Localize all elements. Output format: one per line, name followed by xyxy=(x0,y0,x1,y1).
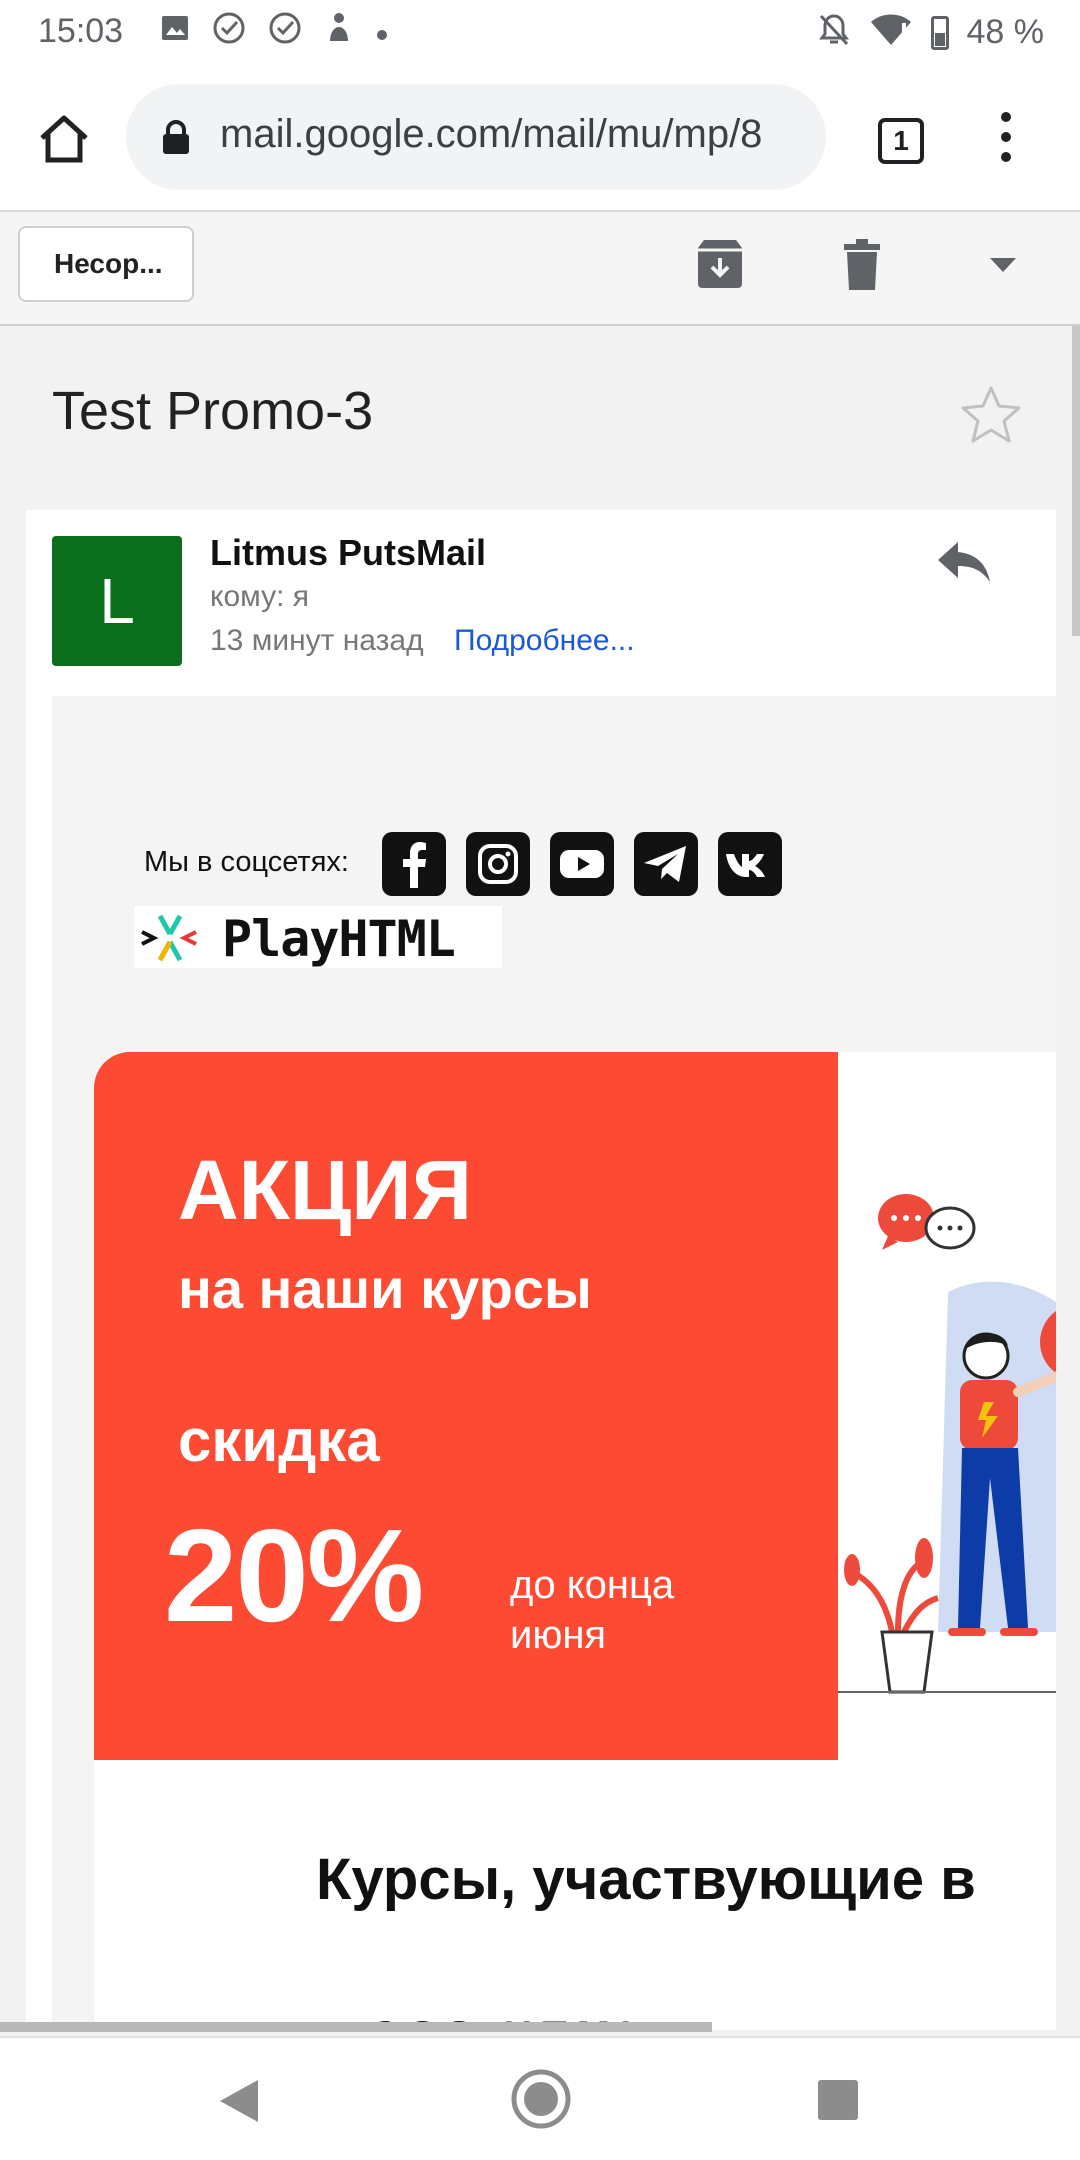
banner-discount-value: 20% xyxy=(164,1502,424,1649)
lock-icon xyxy=(162,120,190,154)
banner-subtitle: на наши курсы xyxy=(178,1257,592,1320)
wifi-icon xyxy=(869,13,913,52)
promo-illustration xyxy=(838,1052,1056,1760)
status-right: 48 % xyxy=(817,12,1045,53)
promo-banner[interactable]: АКЦИЯ на наши курсы скидка 20% до конца … xyxy=(94,1052,838,1760)
url-text[interactable]: mail.google.com/mail/mu/mp/8 xyxy=(220,112,820,157)
back-to-folder-button[interactable]: Несор... xyxy=(18,226,194,302)
playhtml-logo: PlayHTML xyxy=(134,906,502,968)
gmail-toolbar: Несор... xyxy=(0,212,1080,326)
email-subject: Test Promo-3 xyxy=(52,381,374,441)
logo-text: PlayHTML xyxy=(222,910,456,968)
chevron-down-icon[interactable] xyxy=(988,254,1018,274)
archive-icon[interactable] xyxy=(692,236,748,292)
status-bar: 15:03 48 % xyxy=(0,0,1080,64)
star-icon[interactable] xyxy=(960,384,1022,446)
social-label: Мы в соцсетях: xyxy=(144,846,349,878)
check-circle-icon xyxy=(212,11,246,54)
more-menu-icon[interactable] xyxy=(996,112,1016,172)
image-icon xyxy=(160,13,190,52)
courses-heading: Курсы, участвующие в xyxy=(316,1847,976,1912)
instagram-icon[interactable] xyxy=(466,832,530,896)
recipient-line: кому: я xyxy=(210,580,310,613)
details-link[interactable]: Подробнее... xyxy=(454,624,635,658)
social-links xyxy=(382,832,782,896)
home-nav-icon[interactable] xyxy=(510,2068,572,2130)
notification-icons xyxy=(160,12,388,52)
vertical-scrollbar[interactable] xyxy=(1072,326,1080,636)
sender-name: Litmus PutsMail xyxy=(210,532,487,573)
vk-icon[interactable] xyxy=(718,832,782,896)
back-icon[interactable] xyxy=(218,2078,260,2124)
banner-discount-label: скидка xyxy=(178,1407,380,1474)
banner-title: АКЦИЯ xyxy=(178,1143,473,1237)
battery-percent: 48 % xyxy=(966,13,1045,51)
youtube-icon[interactable] xyxy=(550,832,614,896)
recents-icon[interactable] xyxy=(818,2080,858,2120)
reply-icon[interactable] xyxy=(936,538,992,588)
playhtml-logo-mark xyxy=(138,910,200,966)
mute-icon xyxy=(817,12,851,53)
battery-icon xyxy=(930,15,949,50)
horizontal-scrollbar[interactable] xyxy=(0,2022,712,2032)
check-circle-icon xyxy=(268,11,302,54)
tab-switcher-button[interactable]: 1 xyxy=(878,118,924,164)
status-time: 15:03 xyxy=(38,12,124,50)
email-body: Мы в соцсетях: PlayHTML АКЦИЯ на наши ку… xyxy=(52,696,1056,2030)
message-time: 13 минут назад xyxy=(210,624,424,657)
figure-icon xyxy=(324,11,354,54)
trash-icon[interactable] xyxy=(834,236,890,292)
system-nav-bar xyxy=(0,2036,1080,2160)
browser-toolbar: mail.google.com/mail/mu/mp/8 1 xyxy=(0,64,1080,212)
banner-until: до конца июня xyxy=(510,1563,675,1657)
telegram-icon[interactable] xyxy=(634,832,698,896)
dot-icon xyxy=(376,14,388,50)
facebook-icon[interactable] xyxy=(382,832,446,896)
message-card: L Litmus PutsMail кому: я 13 минут назад… xyxy=(26,510,1056,2030)
address-bar[interactable]: mail.google.com/mail/mu/mp/8 xyxy=(126,84,826,190)
avatar: L xyxy=(52,536,182,666)
home-icon[interactable] xyxy=(36,110,92,166)
